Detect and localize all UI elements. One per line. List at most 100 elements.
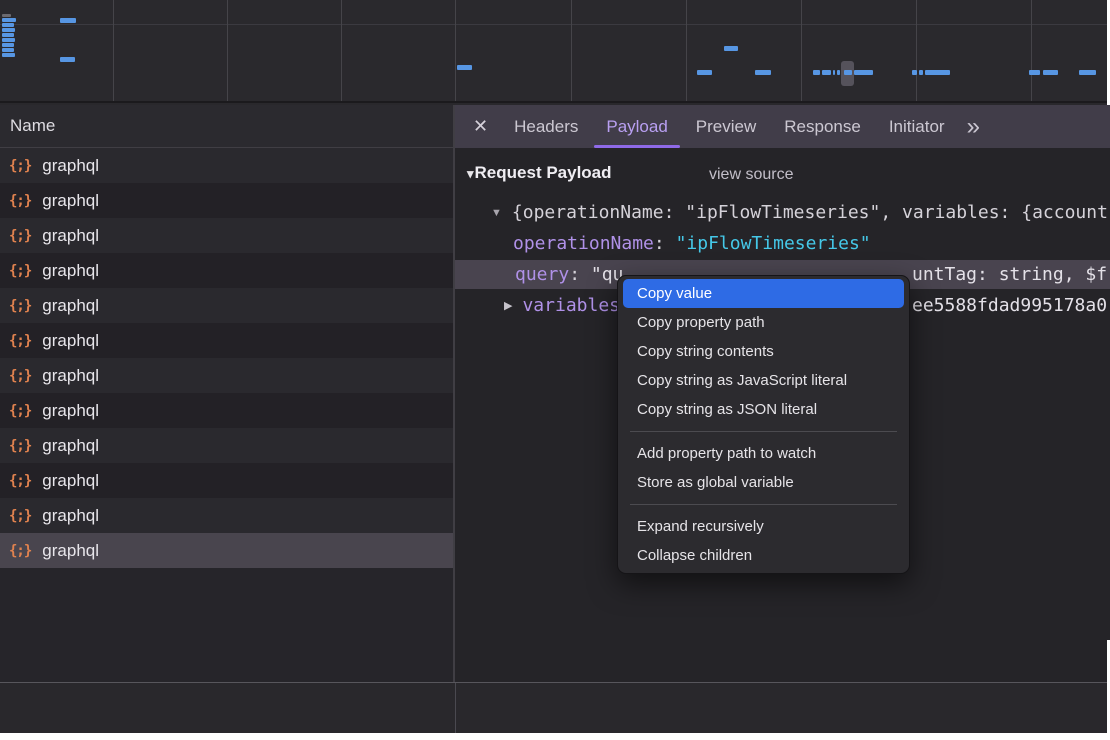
context-menu-item-add-property-path-to-watch[interactable]: Add property path to watch: [623, 439, 904, 468]
request-timing-bar: [755, 70, 771, 75]
tab-response[interactable]: Response: [770, 105, 875, 148]
context-menu-separator: [630, 504, 897, 505]
json-file-icon: {;}: [9, 158, 31, 174]
payload-root-row[interactable]: ▼ {operationName: "ipFlowTimeseries", var…: [455, 198, 1110, 227]
json-file-icon: {;}: [9, 263, 31, 279]
json-file-icon: {;}: [9, 403, 31, 419]
request-list-item[interactable]: {;} graphql: [0, 393, 453, 428]
context-menu-separator: [630, 431, 897, 432]
json-file-icon: {;}: [9, 473, 31, 489]
main-split: Name {;}graphql{;}graphql{;}graphql{;}gr…: [0, 105, 1110, 682]
section-title: Request Payload: [475, 163, 612, 182]
more-tabs-chevron-icon[interactable]: »: [967, 115, 980, 139]
view-source-link[interactable]: view source: [709, 166, 793, 184]
collapsed-triangle-icon[interactable]: ▶: [504, 300, 512, 312]
detail-tab-bar: ✕ HeadersPayloadPreviewResponseInitiator…: [455, 105, 1110, 148]
request-name-label: graphql: [42, 156, 99, 176]
request-list-item[interactable]: {;}graphql: [0, 218, 453, 253]
json-file-icon: {;}: [9, 333, 31, 349]
expanded-triangle-icon[interactable]: ▼: [491, 207, 502, 219]
request-list-item[interactable]: {;}graphql: [0, 463, 453, 498]
request-list-item[interactable]: {;}graphql: [0, 288, 453, 323]
request-name-label: graphql: [42, 401, 99, 421]
context-menu-item-collapse-children[interactable]: Collapse children: [623, 541, 904, 570]
request-name-label: graphql: [42, 436, 99, 456]
timeline-gridline: [686, 0, 687, 101]
request-timing-bar: [837, 70, 840, 75]
request-timing-bar: [2, 43, 14, 47]
request-timing-bar: [2, 33, 14, 37]
colon: :: [569, 264, 591, 285]
variables-preview-right-fragment: ee5588fdad995178a0: [912, 291, 1107, 320]
timeline-gridline: [113, 0, 114, 101]
request-list-item[interactable]: {;} graphql: [0, 253, 453, 288]
property-string-value: "ipFlowTimeseries": [676, 233, 871, 254]
timeline-gridline: [341, 0, 342, 101]
panel-divider: [455, 683, 456, 733]
json-file-icon: {;}: [9, 508, 31, 524]
request-payload-section-header[interactable]: ▾Request Payload: [467, 163, 612, 183]
request-timing-bar: [697, 70, 712, 75]
request-list-item[interactable]: {;}graphql: [0, 358, 453, 393]
context-menu-item-store-as-global-variable[interactable]: Store as global variable: [623, 468, 904, 497]
request-list-item[interactable]: {;} graphql: [0, 323, 453, 358]
request-timing-bar: [925, 70, 950, 75]
context-menu-item-copy-value[interactable]: Copy value: [623, 279, 904, 308]
request-timing-bar: [854, 70, 873, 75]
timeline-gridline: [455, 0, 456, 101]
root-object-preview: {operationName: "ipFlowTimeseries", vari…: [512, 202, 1108, 223]
tab-headers[interactable]: Headers: [500, 105, 592, 148]
timeline-gridline: [801, 0, 802, 101]
request-name-label: graphql: [42, 331, 99, 351]
request-list-item[interactable]: {;}graphql: [0, 183, 453, 218]
request-name-label: graphql: [42, 296, 99, 316]
context-menu-item-copy-string-as-json-literal[interactable]: Copy string as JSON literal: [623, 395, 904, 424]
request-list-item[interactable]: {;} graphql: [0, 148, 453, 183]
query-value-right-fragment: untTag: string, $f: [912, 260, 1107, 289]
timeline-gridline: [916, 0, 917, 101]
page-edge-bottom: [0, 733, 1110, 740]
request-timing-bar: [2, 23, 14, 27]
payload-operation-name-row[interactable]: operationName: "ipFlowTimeseries": [455, 229, 1110, 258]
tab-initiator[interactable]: Initiator: [875, 105, 959, 148]
property-key: operationName: [513, 233, 654, 254]
context-menu-item-copy-string-as-javascript-literal[interactable]: Copy string as JavaScript literal: [623, 366, 904, 395]
request-list-item[interactable]: {;}graphql: [0, 533, 453, 568]
request-name-label: graphql: [42, 541, 99, 561]
context-menu-item-expand-recursively[interactable]: Expand recursively: [623, 512, 904, 541]
request-name-label: graphql: [42, 191, 99, 211]
timeline-gridline: [227, 0, 228, 101]
timeline-horizontal-gridline: [0, 24, 1107, 25]
context-menu-item-copy-property-path[interactable]: Copy property path: [623, 308, 904, 337]
request-timing-bar: [724, 46, 738, 51]
tab-preview[interactable]: Preview: [682, 105, 770, 148]
json-file-icon: {;}: [9, 368, 31, 384]
close-icon[interactable]: ✕: [473, 116, 488, 137]
request-list-panel: Name {;}graphql{;}graphql{;}graphql{;}gr…: [0, 105, 455, 682]
request-timing-bar: [60, 18, 76, 23]
tab-payload[interactable]: Payload: [592, 105, 681, 148]
context-menu: Copy valueCopy property pathCopy string …: [617, 275, 910, 574]
request-list-item[interactable]: {;} graphql: [0, 498, 453, 533]
request-timing-bar: [2, 28, 15, 32]
timeline-gridline: [1031, 0, 1032, 101]
request-name-label: graphql: [42, 506, 99, 526]
devtools-network-panel: Name {;}graphql{;}graphql{;}graphql{;}gr…: [0, 0, 1110, 740]
json-file-icon: {;}: [9, 228, 31, 244]
context-menu-item-copy-string-contents[interactable]: Copy string contents: [623, 337, 904, 366]
name-column-header[interactable]: Name: [0, 105, 453, 148]
request-timing-bar: [2, 53, 15, 57]
colon: :: [654, 233, 676, 254]
request-timing-bar: [912, 70, 917, 75]
request-list-item[interactable]: {;} graphql: [0, 428, 453, 463]
json-file-icon: {;}: [9, 438, 31, 454]
timeline-gridline: [571, 0, 572, 101]
request-timing-bar: [813, 70, 820, 75]
network-overview-timeline[interactable]: [0, 0, 1107, 103]
property-key: query: [515, 264, 569, 285]
request-timing-bar: [457, 65, 472, 70]
request-name-label: graphql: [42, 261, 99, 281]
request-timing-bar: [2, 48, 14, 52]
request-timing-bar: [833, 70, 835, 75]
request-rows: {;} graphql {;} graphql {;} graphql {;} graphql…: [0, 148, 453, 682]
